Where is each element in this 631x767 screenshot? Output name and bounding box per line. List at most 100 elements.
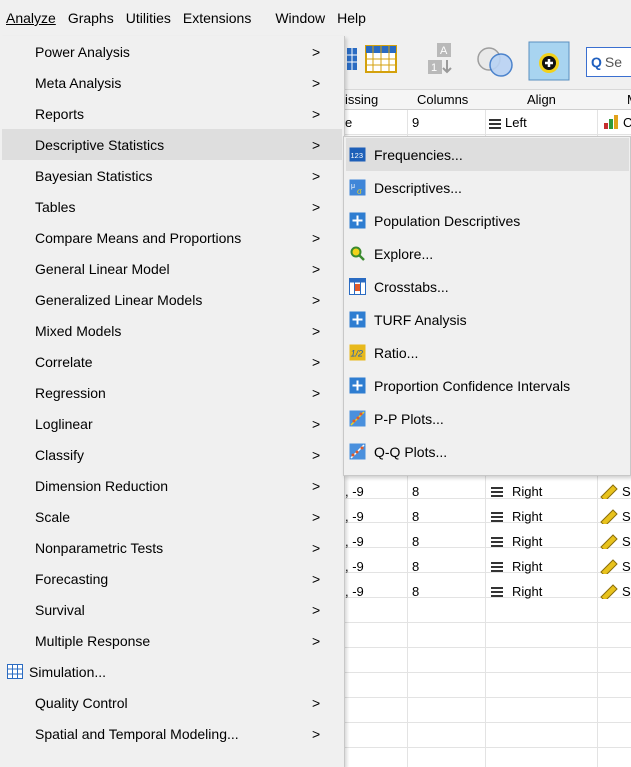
grid-cell-align[interactable]: Right [512,559,542,574]
submenu-item-descriptives[interactable]: μ σ Descriptives... [346,171,629,204]
menu-item-bayesian-statistics[interactable]: Bayesian Statistics > [2,160,342,191]
submenu-item-pp-plots[interactable]: P-P Plots... [346,402,629,435]
menu-item-nonparametric-tests[interactable]: Nonparametric Tests > [2,532,342,563]
menu-item-loglinear[interactable]: Loglinear > [2,408,342,439]
svg-text:1/2: 1/2 [351,349,364,359]
add-icon[interactable] [528,41,570,81]
menu-item-general-linear-model[interactable]: General Linear Model > [2,253,342,284]
submenu-item-turf-analysis[interactable]: TURF Analysis [346,303,629,336]
table-icon[interactable] [365,44,397,74]
grid-cell-missing[interactable]: , -9 [345,584,364,599]
grid-cell-columns[interactable]: 8 [412,559,419,574]
grid-cell-missing[interactable]: , -9 [345,559,364,574]
svg-text:123: 123 [351,151,364,160]
chevron-right-icon: > [312,353,321,370]
grid-cell-align[interactable]: Right [512,484,542,499]
svg-text:1: 1 [431,62,437,74]
align-right-icon [491,562,503,572]
menu-item-compare-means[interactable]: Compare Means and Proportions > [2,222,342,253]
grid-view-icon[interactable] [347,44,359,74]
submenu-item-crosstabs[interactable]: Crosstabs... [346,270,629,303]
scale-ruler-icon [600,534,618,549]
menu-item-forecasting[interactable]: Forecasting > [2,563,342,594]
qq-plots-icon [349,443,366,460]
menu-window[interactable]: Window [257,0,331,36]
search-input[interactable]: Q Se [586,47,631,77]
sort-icon[interactable]: A 1 [425,42,455,78]
grid-cell-columns[interactable]: 8 [412,584,419,599]
align-right-icon [491,487,503,497]
menu-help[interactable]: Help [331,0,372,36]
ratio-icon: 1/2 [349,344,366,361]
menu-item-scale[interactable]: Scale > [2,501,342,532]
menu-item-simulation[interactable]: Simulation... [2,656,342,687]
submenu-item-frequencies[interactable]: 123 Frequencies... [346,138,629,171]
menu-graphs[interactable]: Graphs [62,0,120,36]
grid-cell-columns[interactable]: 8 [412,534,419,549]
grid-cell-measure[interactable]: S [622,584,631,599]
menu-item-regression[interactable]: Regression > [2,377,342,408]
grid-cell-align[interactable]: Right [512,509,542,524]
align-right-icon [491,512,503,522]
chevron-right-icon: > [312,694,321,711]
chevron-right-icon: > [312,291,321,308]
submenu-item-ratio[interactable]: 1/2 Ratio... [346,336,629,369]
menu-item-correlate[interactable]: Correlate > [2,346,342,377]
menu-extensions[interactable]: Extensions [177,0,257,36]
menu-item-dimension-reduction[interactable]: Dimension Reduction > [2,470,342,501]
grid-cell-missing[interactable]: , -9 [345,484,364,499]
grid-cell-missing[interactable]: , -9 [345,509,364,524]
analyze-menu: Power Analysis > Meta Analysis > Reports > … [0,36,345,767]
chevron-right-icon: > [312,477,321,494]
descriptives-icon: μ σ [349,179,366,196]
scale-ruler-icon [600,559,618,574]
menu-analyze[interactable]: Analyze [0,0,62,36]
chevron-right-icon: > [312,446,321,463]
grid-cell-measure[interactable]: S [622,509,631,524]
table-row[interactable]: e 9 Left C [345,110,631,135]
menu-item-quality-control[interactable]: Quality Control > [2,687,342,718]
align-left-icon [489,118,501,129]
menu-utilities[interactable]: Utilities [120,0,177,36]
submenu-item-population-descriptives[interactable]: Population Descriptives [346,204,629,237]
chevron-right-icon: > [312,322,321,339]
scale-ruler-icon [600,484,618,499]
submenu-item-explore[interactable]: Explore... [346,237,629,270]
header-align[interactable]: Align [527,92,556,107]
menu-item-tables[interactable]: Tables > [2,191,342,222]
submenu-item-proportion-ci[interactable]: Proportion Confidence Intervals [346,369,629,402]
chevron-right-icon: > [312,570,321,587]
grid-header: issing Columns Align M [345,90,631,110]
chevron-right-icon: > [312,384,321,401]
grid-cell-columns[interactable]: 8 [412,509,419,524]
plus-icon [349,311,366,328]
menu-item-spatial-temporal[interactable]: Spatial and Temporal Modeling... > [2,718,342,749]
svg-text:μ: μ [351,183,355,190]
grid-cell-columns[interactable]: 8 [412,484,419,499]
menu-item-reports[interactable]: Reports > [2,98,342,129]
menu-item-power-analysis[interactable]: Power Analysis > [2,36,342,67]
venn-icon[interactable] [475,44,517,78]
menu-item-meta-analysis[interactable]: Meta Analysis > [2,67,342,98]
chevron-right-icon: > [312,167,321,184]
header-columns[interactable]: Columns [417,92,468,107]
plus-icon [349,377,366,394]
chevron-right-icon: > [312,229,321,246]
grid-cell-measure[interactable]: S [622,559,631,574]
header-measure[interactable]: M [627,92,631,107]
menu-item-generalized-linear-models[interactable]: Generalized Linear Models > [2,284,342,315]
menu-item-classify[interactable]: Classify > [2,439,342,470]
grid-cell-align[interactable]: Right [512,584,542,599]
menu-item-survival[interactable]: Survival > [2,594,342,625]
header-missing[interactable]: issing [345,92,378,107]
menu-item-multiple-response[interactable]: Multiple Response > [2,625,342,656]
grid-cell-measure[interactable]: S [622,484,631,499]
frequencies-icon: 123 [349,147,366,162]
submenu-item-qq-plots[interactable]: Q-Q Plots... [346,435,629,468]
menu-item-descriptive-statistics[interactable]: Descriptive Statistics > [2,129,342,160]
menu-item-mixed-models[interactable]: Mixed Models > [2,315,342,346]
chevron-right-icon: > [312,632,321,649]
grid-cell-measure[interactable]: S [622,534,631,549]
grid-cell-missing[interactable]: , -9 [345,534,364,549]
grid-cell-align[interactable]: Right [512,534,542,549]
